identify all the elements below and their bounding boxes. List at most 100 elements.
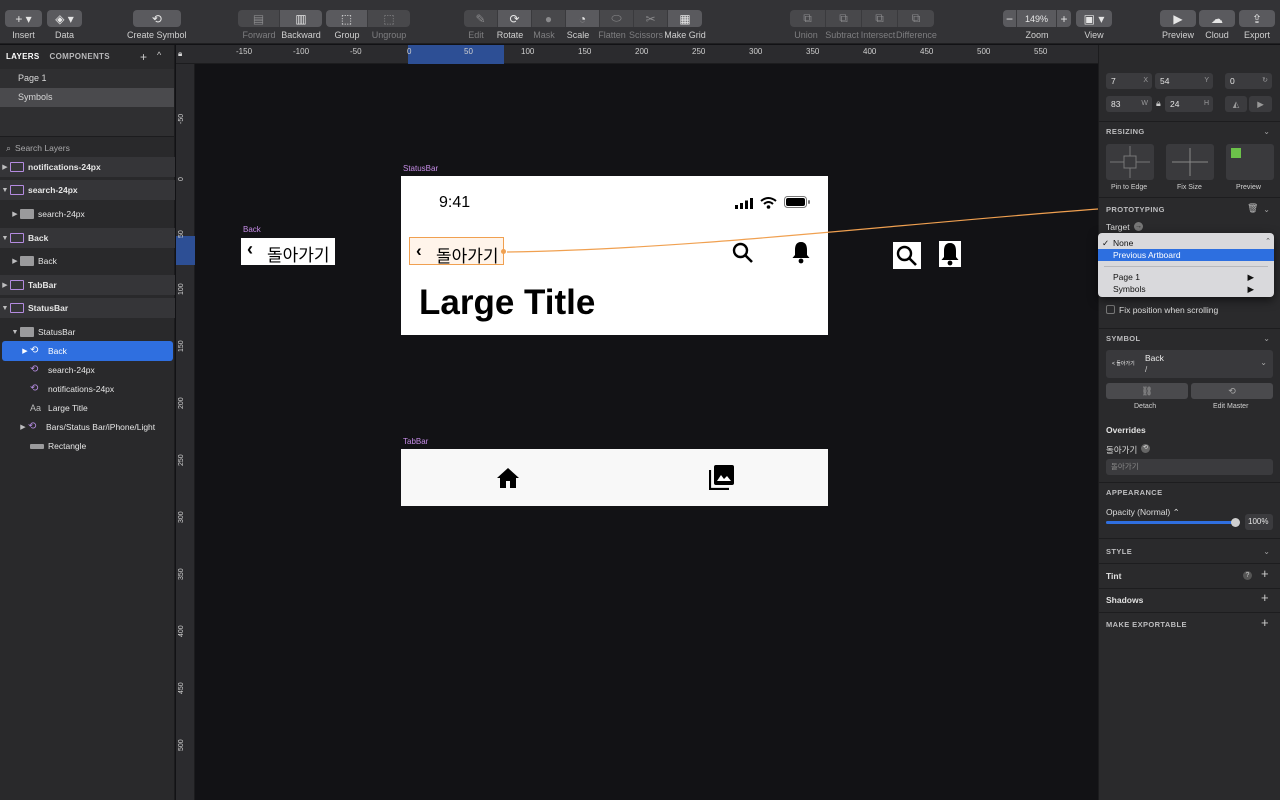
search-input[interactable]: Search Layers bbox=[15, 143, 70, 153]
mask-button[interactable]: ● bbox=[532, 10, 566, 27]
layer-row[interactable]: ▼ Back bbox=[0, 228, 175, 248]
menu-item-previous-artboard[interactable]: Previous Artboard bbox=[1098, 249, 1274, 261]
search-layers[interactable]: ⌕ Search Layers bbox=[0, 138, 174, 158]
export-button[interactable]: ⇪ Export bbox=[1239, 0, 1275, 44]
target-dropdown-menu[interactable]: ✓ None Previous Artboard Page 1 ▶ Symbol… bbox=[1098, 233, 1274, 297]
chevron-down-icon[interactable]: ⌄ bbox=[1263, 205, 1270, 214]
subtract-button[interactable]: ⧉ bbox=[826, 10, 862, 27]
pin-to-edge-box[interactable] bbox=[1106, 144, 1154, 180]
x-field[interactable]: 7X bbox=[1106, 73, 1152, 89]
expand-arrow-icon[interactable]: ▼ bbox=[0, 305, 10, 312]
rotate-button[interactable]: ⟳ bbox=[498, 10, 532, 27]
expand-arrow-icon[interactable]: ▶ bbox=[20, 347, 30, 355]
layer-row[interactable]: ▶ notifications-24px bbox=[0, 157, 175, 177]
zoom-in-button[interactable]: + bbox=[1057, 10, 1071, 27]
expand-arrow-icon[interactable]: ▶ bbox=[10, 257, 20, 265]
artboard-label-tabbar[interactable]: TabBar bbox=[403, 437, 428, 446]
cloud-button[interactable]: ☁ Cloud bbox=[1199, 0, 1235, 44]
preview-button[interactable]: ▶ Preview bbox=[1160, 0, 1196, 44]
forward-button[interactable]: ▤ bbox=[238, 10, 280, 27]
reset-override-icon[interactable]: ⟲ bbox=[1141, 444, 1150, 453]
tab-layers[interactable]: LAYERS bbox=[6, 52, 40, 61]
edit-button[interactable]: ✎ bbox=[464, 10, 498, 27]
photo-library-icon[interactable] bbox=[709, 465, 734, 490]
width-field[interactable]: 83 W bbox=[1106, 96, 1152, 112]
rotation-field[interactable]: 0 ↻ bbox=[1225, 73, 1272, 89]
insert-tool[interactable]: + ▾ Insert bbox=[5, 0, 42, 44]
lock-ratio-icon[interactable]: 🔒︎ bbox=[1156, 98, 1161, 109]
ungroup-button[interactable]: ⬚ bbox=[368, 10, 410, 27]
opacity-slider-track[interactable] bbox=[1106, 521, 1236, 524]
help-icon[interactable]: ? bbox=[1243, 571, 1252, 580]
add-export-icon[interactable]: + bbox=[1261, 615, 1269, 630]
page-item-symbols[interactable]: Symbols bbox=[0, 88, 174, 107]
data-tool[interactable]: ◈ ▾ Data bbox=[47, 0, 82, 44]
canvas[interactable]: StatusBar 9:41 ‹ 돌아가기 Large Title Back ‹… bbox=[196, 64, 1098, 800]
ruler-lock-icon[interactable]: 🔒︎ bbox=[178, 49, 182, 59]
tab-components[interactable]: COMPONENTS bbox=[50, 52, 110, 61]
menu-item-symbols[interactable]: Symbols ▶ bbox=[1098, 283, 1274, 295]
layer-row[interactable]: Aa Large Title bbox=[0, 398, 175, 418]
add-shadow-icon[interactable]: + bbox=[1261, 590, 1269, 605]
artboard-tabbar[interactable] bbox=[401, 449, 828, 506]
expand-arrow-icon[interactable]: ▼ bbox=[10, 329, 20, 336]
layer-row[interactable]: ▶ ⟲ Bars/Status Bar/iPhone/Light bbox=[0, 417, 175, 437]
page-item-page-1[interactable]: Page 1 bbox=[0, 69, 174, 88]
make-grid-button[interactable]: ▦ bbox=[668, 10, 702, 27]
collapse-pages-icon[interactable]: ^ bbox=[157, 50, 162, 60]
chevron-down-icon[interactable]: ⌄ bbox=[1263, 127, 1270, 136]
layer-row[interactable]: ⟲ search-24px bbox=[0, 360, 175, 380]
layer-row[interactable]: Rectangle bbox=[0, 436, 175, 456]
y-field[interactable]: 54 Y bbox=[1155, 73, 1213, 89]
scale-button[interactable]: ◔ bbox=[566, 10, 600, 27]
layer-row[interactable]: ▶ Back bbox=[0, 251, 175, 271]
add-page-icon[interactable]: + bbox=[140, 50, 147, 64]
backward-button[interactable]: ▥ bbox=[280, 10, 322, 27]
layer-row[interactable]: ▼ StatusBar bbox=[0, 298, 175, 318]
ruler-horizontal[interactable]: 🔒︎ -150 -100 -50 0 50 100 150 200 250 300 350 400 45… bbox=[176, 45, 1098, 64]
edit-master-button[interactable]: ⟲ bbox=[1191, 383, 1273, 399]
difference-button[interactable]: ⧉ bbox=[898, 10, 934, 27]
opacity-label[interactable]: Opacity (Normal) ⌃ bbox=[1106, 507, 1180, 518]
expand-arrow-icon[interactable]: ▶ bbox=[0, 281, 10, 289]
home-icon[interactable] bbox=[496, 467, 520, 489]
create-symbol-button[interactable]: ⟲ Create Symbol bbox=[127, 0, 187, 44]
expand-arrow-icon[interactable]: ▶ bbox=[18, 423, 28, 431]
expand-arrow-icon[interactable]: ▼ bbox=[0, 187, 10, 194]
intersect-button[interactable]: ⧉ bbox=[862, 10, 898, 27]
layer-row[interactable]: ▶ search-24px bbox=[0, 204, 175, 224]
layer-row[interactable]: ▼ search-24px bbox=[0, 180, 175, 200]
trash-icon[interactable]: 🗑︎ bbox=[1247, 203, 1258, 214]
zoom-value[interactable]: 149% bbox=[1017, 10, 1057, 27]
group-button[interactable]: ⬚ bbox=[326, 10, 368, 27]
opacity-value-field[interactable]: 100% bbox=[1245, 514, 1273, 530]
flip-horizontal-button[interactable]: ◭ bbox=[1225, 96, 1247, 112]
arrow-right-circle-icon[interactable]: → bbox=[1134, 222, 1143, 231]
layer-row[interactable]: ⟲ notifications-24px bbox=[0, 379, 175, 399]
ruler-vertical[interactable]: -50 0 50 100 150 200 250 300 350 400 450 500 bbox=[176, 64, 195, 800]
flatten-button[interactable]: ⬭ bbox=[600, 10, 634, 27]
layer-row[interactable]: ▼ StatusBar bbox=[0, 322, 175, 342]
detach-button[interactable]: ⛓︎ bbox=[1106, 383, 1188, 399]
fix-position-checkbox[interactable] bbox=[1106, 305, 1115, 314]
menu-item-none[interactable]: ✓ None bbox=[1098, 237, 1274, 249]
menu-item-page-1[interactable]: Page 1 ▶ bbox=[1098, 271, 1274, 283]
override-text-input[interactable]: 돌아가기 bbox=[1106, 459, 1273, 475]
view-button[interactable]: ▣ ▾ View bbox=[1076, 0, 1112, 44]
flip-vertical-button[interactable]: ▶ bbox=[1249, 96, 1272, 112]
zoom-out-button[interactable]: − bbox=[1003, 10, 1017, 27]
height-field[interactable]: 24 H bbox=[1165, 96, 1213, 112]
expand-arrow-icon[interactable]: ▼ bbox=[0, 235, 10, 242]
opacity-slider-thumb[interactable] bbox=[1231, 518, 1240, 527]
scissors-button[interactable]: ✂ bbox=[634, 10, 668, 27]
fix-size-box[interactable] bbox=[1166, 144, 1214, 180]
symbol-picker[interactable]: < 돌아가기 Back / ⌄ bbox=[1106, 350, 1273, 378]
chevron-down-icon[interactable]: ⌄ bbox=[1263, 547, 1270, 556]
expand-arrow-icon[interactable]: ▶ bbox=[10, 210, 20, 218]
expand-arrow-icon[interactable]: ▶ bbox=[0, 163, 10, 171]
layer-row-selected[interactable]: ▶ ⟲ Back bbox=[2, 341, 173, 361]
chevron-down-icon[interactable]: ⌄ bbox=[1263, 334, 1270, 343]
layer-row[interactable]: ▶ TabBar bbox=[0, 275, 175, 295]
add-tint-icon[interactable]: + bbox=[1261, 566, 1269, 581]
union-button[interactable]: ⧉ bbox=[790, 10, 826, 27]
